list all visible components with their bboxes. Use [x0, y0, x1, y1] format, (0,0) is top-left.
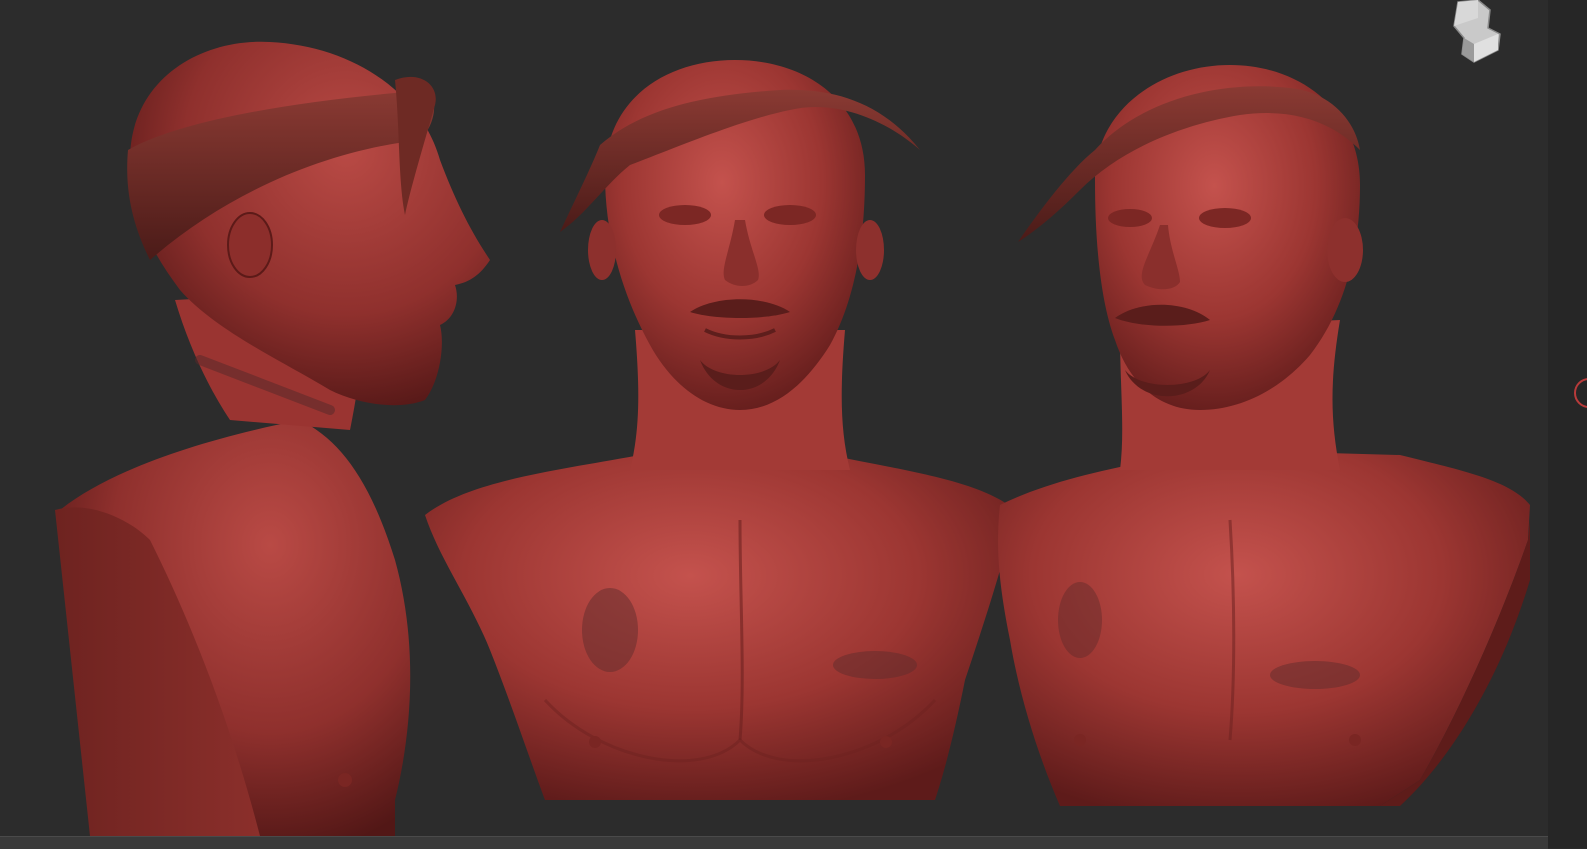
right-tool-rail [1548, 0, 1587, 848]
rotate-handle-icon[interactable] [1572, 376, 1587, 410]
bottom-shelf [0, 836, 1548, 849]
sculpt-viewport[interactable] [0, 0, 1548, 836]
navigation-cube-icon[interactable] [1448, 0, 1504, 64]
side-profile-bust [55, 41, 490, 836]
three-quarter-bust [998, 65, 1530, 806]
front-bust [425, 60, 1015, 800]
sculpt-canvas[interactable] [0, 0, 1548, 836]
